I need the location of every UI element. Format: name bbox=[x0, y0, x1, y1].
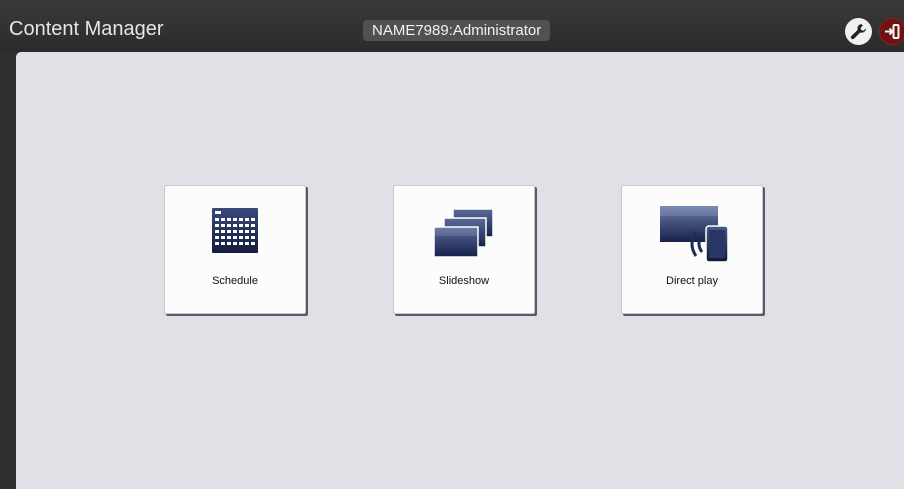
logout-icon bbox=[885, 24, 900, 39]
schedule-tile[interactable]: Schedule bbox=[164, 185, 306, 314]
direct-play-tile[interactable]: Direct play bbox=[621, 185, 763, 314]
stacked-screens-icon bbox=[394, 206, 534, 270]
wrench-icon bbox=[850, 24, 867, 40]
app-title: Content Manager bbox=[9, 18, 164, 40]
user-badge: NAME7989:Administrator bbox=[363, 20, 551, 41]
screen-cast-icon bbox=[622, 206, 762, 270]
top-bar: Content Manager NAME7989:Administrator bbox=[0, 0, 904, 52]
schedule-label: Schedule bbox=[212, 275, 258, 287]
slideshow-tile[interactable]: Slideshow bbox=[393, 185, 535, 314]
direct-play-label: Direct play bbox=[666, 275, 718, 287]
main-panel: Schedule Slideshow Direct play bbox=[16, 52, 904, 489]
logout-button[interactable] bbox=[879, 18, 904, 45]
settings-button[interactable] bbox=[845, 18, 872, 45]
calendar-icon bbox=[165, 206, 305, 270]
slideshow-label: Slideshow bbox=[438, 275, 490, 287]
